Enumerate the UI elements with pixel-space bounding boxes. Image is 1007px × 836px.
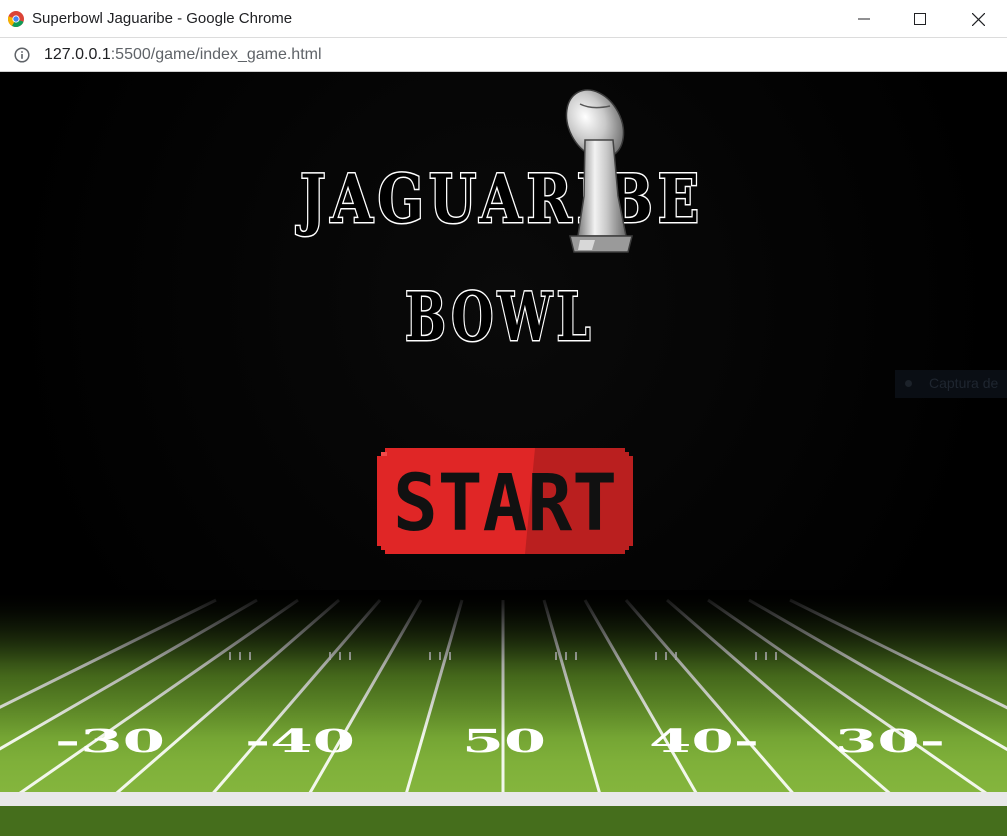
capture-dot-icon [905, 380, 912, 387]
yard-marker-50: 50 [462, 722, 546, 760]
title-line-2: BOWL [405, 278, 595, 346]
minimize-icon [858, 18, 870, 20]
start-label: START [393, 459, 617, 549]
capture-tooltip-text: Captura de [929, 375, 999, 391]
info-icon[interactable] [14, 47, 30, 63]
football-field: -30 -40 50 40- 30- [0, 590, 1007, 836]
minimize-button[interactable] [836, 0, 892, 38]
yard-marker-left-40: -40 [245, 722, 355, 760]
url-host: 127.0.0.1 [44, 46, 111, 63]
close-button[interactable] [950, 0, 1006, 38]
address-bar[interactable]: 127.0.0.1:5500/game/index_game.html [0, 38, 1007, 72]
close-icon [971, 12, 985, 26]
yard-marker-left-30: -30 [55, 722, 165, 760]
window-title: Superbowl Jaguaribe - Google Chrome [32, 10, 293, 27]
yard-marker-right-30: 30- [835, 722, 945, 760]
jaguaribe-bowl-logo: JAGUARIBE BOWL [294, 89, 704, 346]
url-path: :5500/game/index_game.html [110, 46, 322, 63]
capture-tooltip: Captura de [895, 370, 1007, 398]
yard-marker-right-40: 40- [649, 722, 759, 760]
game-viewport: JAGUARIBE BOWL Captura de START -30 -40 … [0, 72, 1007, 836]
window-title-bar: Superbowl Jaguaribe - Google Chrome [0, 0, 1007, 38]
chrome-logo-icon [8, 11, 24, 27]
maximize-button[interactable] [892, 0, 948, 38]
title-line-1: JAGUARIBE [296, 160, 704, 238]
maximize-icon [914, 13, 926, 25]
url-text[interactable]: 127.0.0.1:5500/game/index_game.html [44, 46, 322, 64]
start-button[interactable]: START [375, 448, 635, 554]
